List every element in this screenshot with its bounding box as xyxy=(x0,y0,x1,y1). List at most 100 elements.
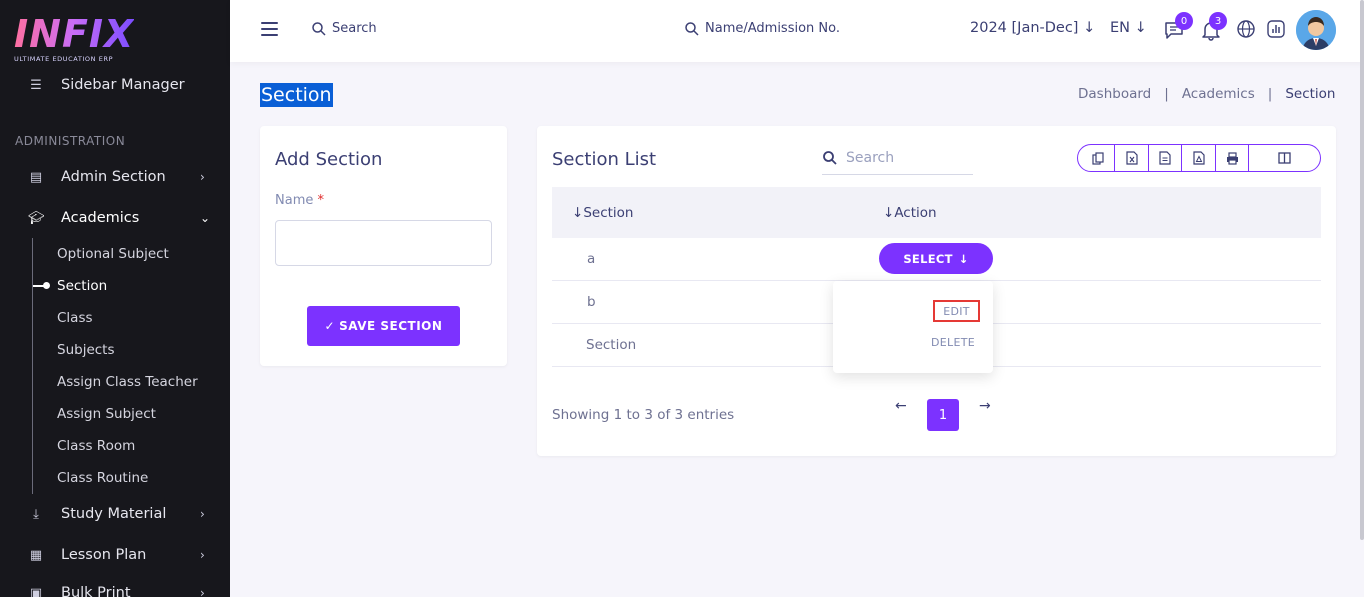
notifications-button[interactable]: 3 xyxy=(1200,12,1227,41)
arrow-down-icon: ↓ xyxy=(958,251,969,266)
user-avatar[interactable] xyxy=(1296,10,1336,50)
arrow-down-icon: ↓ xyxy=(1134,20,1147,36)
academic-year-select[interactable]: 2024 [Jan-Dec] ↓ xyxy=(970,20,1095,36)
save-section-label: SAVE SECTION xyxy=(339,319,443,333)
column-header-section[interactable]: ↓Section xyxy=(572,205,633,221)
page-title: Section xyxy=(260,83,333,107)
sidebar-item-label: Admin Section xyxy=(61,169,166,185)
chevron-right-icon: › xyxy=(200,548,205,562)
select-dropdown-button[interactable]: SELECT ↓ xyxy=(879,243,993,274)
sidebar-item-study-material[interactable]: ⤓ Study Material › xyxy=(0,499,230,529)
submenu-section[interactable]: Section xyxy=(57,278,107,294)
name-label-text: Name xyxy=(275,193,314,208)
sidebar-category: ADMINISTRATION xyxy=(15,134,126,148)
pdf-button[interactable] xyxy=(1182,145,1216,171)
select-label: SELECT xyxy=(903,251,953,266)
print-icon: ▣ xyxy=(29,585,43,597)
submenu-assign-subject[interactable]: Assign Subject xyxy=(57,406,156,422)
sort-arrow-icon: ↓ xyxy=(572,205,584,221)
search-icon xyxy=(685,21,699,36)
website-button[interactable] xyxy=(1236,19,1258,41)
sidebar: INFIX ULTIMATE EDUCATION ERP ☰ Sidebar M… xyxy=(0,0,230,597)
table-search[interactable]: Search xyxy=(822,141,973,175)
breadcrumb-current: Section xyxy=(1285,86,1336,102)
pagination-prev[interactable]: ← xyxy=(895,398,907,414)
delete-menu-item[interactable]: DELETE xyxy=(931,336,975,349)
top-header: Search Name/Admission No. 2024 [Jan-Dec]… xyxy=(230,0,1364,62)
sidebar-item-label: Academics xyxy=(61,210,140,226)
sidebar-item-lesson-plan[interactable]: ▦ Lesson Plan › xyxy=(0,540,230,570)
submenu-line xyxy=(32,238,33,494)
search-icon xyxy=(823,150,837,165)
column-visibility-button[interactable] xyxy=(1249,145,1320,171)
required-mark: * xyxy=(317,193,325,208)
excel-file-icon xyxy=(1125,151,1138,165)
breadcrumb-dashboard[interactable]: Dashboard xyxy=(1078,86,1151,102)
submenu-optional-subject[interactable]: Optional Subject xyxy=(57,246,169,262)
table-header: ↓Section ↓Action xyxy=(552,187,1321,238)
table-row: a SELECT ↓ xyxy=(552,238,1321,281)
action-dropdown-menu: EDIT DELETE xyxy=(833,281,993,373)
globe-icon xyxy=(1237,20,1255,38)
pagination-page-1[interactable]: 1 xyxy=(927,399,959,431)
header-search[interactable]: Search xyxy=(312,21,377,36)
name-field-label: Name * xyxy=(275,193,324,208)
add-section-title: Add Section xyxy=(275,149,383,170)
arrow-down-icon: ↓ xyxy=(1083,20,1096,36)
submenu-assign-class-teacher[interactable]: Assign Class Teacher xyxy=(57,374,198,390)
lesson-icon: ▦ xyxy=(29,547,43,563)
hamburger-menu-icon[interactable] xyxy=(261,22,278,36)
copy-icon xyxy=(1091,151,1104,165)
columns-icon xyxy=(1278,152,1291,164)
copy-button[interactable] xyxy=(1078,145,1115,171)
language-value: EN xyxy=(1110,20,1131,36)
edit-menu-item[interactable]: EDIT xyxy=(933,300,980,322)
student-search[interactable]: Name/Admission No. xyxy=(685,21,840,36)
submenu-subjects[interactable]: Subjects xyxy=(57,342,115,358)
sidebar-item-admin-section[interactable]: ▤ Admin Section › xyxy=(0,162,230,192)
student-search-label: Name/Admission No. xyxy=(705,21,840,36)
sidebar-item-academics[interactable]: 🎓︎ Academics ⌄ xyxy=(0,203,230,233)
sidebar-item-bulk-print[interactable]: ▣ Bulk Print › xyxy=(0,578,230,597)
breadcrumb-separator: | xyxy=(1164,86,1169,102)
table-search-placeholder: Search xyxy=(846,149,895,166)
brand-logo[interactable]: INFIX ULTIMATE EDUCATION ERP xyxy=(14,14,134,63)
print-button[interactable] xyxy=(1216,145,1249,171)
excel-button[interactable] xyxy=(1115,145,1149,171)
language-select[interactable]: EN ↓ xyxy=(1110,20,1147,36)
reports-button[interactable] xyxy=(1266,19,1288,41)
submenu-class[interactable]: Class xyxy=(57,310,93,326)
pagination-next[interactable]: → xyxy=(979,398,991,414)
section-cell: a xyxy=(587,251,596,267)
add-section-card: Add Section Name * ✓ SAVE SECTION xyxy=(260,126,507,366)
column-header-action[interactable]: ↓Action xyxy=(883,205,937,221)
submenu-class-routine[interactable]: Class Routine xyxy=(57,470,148,486)
breadcrumb: Dashboard | Academics | Section xyxy=(1078,86,1335,102)
column-header-label: Action xyxy=(894,205,937,221)
page-scrollbar[interactable] xyxy=(1360,0,1364,540)
section-cell: b xyxy=(587,294,596,310)
section-cell: Section xyxy=(586,337,637,353)
menu-lines-icon: ☰ xyxy=(30,77,42,93)
save-section-button[interactable]: ✓ SAVE SECTION xyxy=(307,306,460,346)
message-count-badge: 0 xyxy=(1175,12,1193,30)
notification-count-badge: 3 xyxy=(1209,12,1227,30)
section-name-input[interactable] xyxy=(275,220,492,266)
breadcrumb-academics[interactable]: Academics xyxy=(1182,86,1255,102)
avatar-image xyxy=(1296,10,1336,50)
check-icon: ✓ xyxy=(324,319,336,333)
sidebar-item-label: Lesson Plan xyxy=(61,547,147,563)
csv-button[interactable] xyxy=(1149,145,1182,171)
messages-button[interactable]: 0 xyxy=(1163,12,1193,41)
section-list-title: Section List xyxy=(552,149,657,170)
graduation-cap-icon: 🎓︎ xyxy=(28,210,45,226)
submenu-class-room[interactable]: Class Room xyxy=(57,438,135,454)
sidebar-item-label: Bulk Print xyxy=(61,585,131,597)
active-dot xyxy=(43,282,50,289)
chevron-right-icon: › xyxy=(200,507,205,521)
logo-text: INFIX xyxy=(14,12,135,56)
column-header-label: Section xyxy=(583,205,634,221)
export-button-group xyxy=(1077,144,1321,172)
arrow-right-icon: → xyxy=(979,398,991,414)
sidebar-item-sidebar-manager[interactable]: ☰ Sidebar Manager xyxy=(0,70,230,100)
